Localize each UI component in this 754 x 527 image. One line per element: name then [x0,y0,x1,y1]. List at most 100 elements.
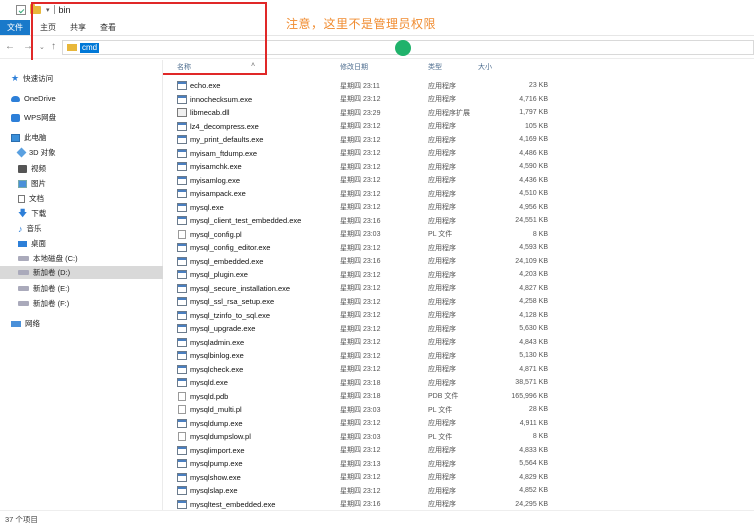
tab-home[interactable]: 主页 [40,22,56,33]
file-row[interactable]: mysql_config.pl 星期四 23:03 PL 文件 8 KB [174,228,554,242]
file-size: 4,486 KB [519,149,548,157]
file-row[interactable]: myisam_ftdump.exe 星期四 23:12 应用程序 4,486 KB [174,147,554,161]
file-row[interactable]: mysql_embedded.exe 星期四 23:16 应用程序 24,109 KB [174,255,554,269]
file-row[interactable]: myisamchk.exe 星期四 23:12 应用程序 4,590 KB [174,160,554,174]
sidebar-item-network[interactable]: 网络 [0,317,163,330]
file-row[interactable]: libmecab.dll 星期四 23:29 应用程序扩展 1,797 KB [174,106,554,120]
sidebar-item-this-pc[interactable]: 此电脑 [0,131,163,144]
file-row[interactable]: mysql_upgrade.exe 星期四 23:12 应用程序 5,630 KB [174,322,554,336]
file-row[interactable]: mysqlbinlog.exe 星期四 23:12 应用程序 5,130 KB [174,349,554,363]
file-row[interactable]: echo.exe 星期四 23:11 应用程序 23 KB [174,79,554,93]
file-row[interactable]: mysqlshow.exe 星期四 23:12 应用程序 4,829 KB [174,471,554,485]
sidebar-item-videos[interactable]: 视频 [0,162,163,175]
file-row[interactable]: mysql_config_editor.exe 星期四 23:12 应用程序 4,59… [174,241,554,255]
file-name: mysqlbinlog.exe [190,351,244,361]
application-file-icon [177,486,187,496]
sidebar-item-drive-f[interactable]: 新加卷 (F:) [0,297,163,310]
file-row[interactable]: innochecksum.exe 星期四 23:12 应用程序 4,716 KB [174,93,554,107]
sidebar-item-wps-cloud[interactable]: WPS网盘 [0,111,163,124]
file-row[interactable]: mysql_secure_installation.exe 星期四 23:12 应用… [174,282,554,296]
chevron-down-icon[interactable]: ▾ [46,6,50,14]
wps-cloud-icon [11,113,20,122]
file-size: 4,203 KB [519,271,548,279]
file-row[interactable]: myisamlog.exe 星期四 23:12 应用程序 4,436 KB [174,174,554,188]
tab-view[interactable]: 查看 [100,22,116,33]
file-row[interactable]: mysqlpump.exe 星期四 23:13 应用程序 5,564 KB [174,457,554,471]
file-type: 应用程序 [428,244,456,252]
column-header-date[interactable]: 修改日期 [340,62,368,75]
column-header-type[interactable]: 类型 [428,62,442,75]
file-date: 星期四 23:12 [340,163,381,171]
recent-locations-chevron-icon[interactable]: ⌄ [39,43,45,51]
sidebar-item-music[interactable]: ♪ 音乐 [0,222,163,235]
folder-icon[interactable] [30,3,41,14]
file-date: 星期四 23:12 [340,420,381,428]
file-type: PDB 文件 [428,393,459,401]
file-date: 星期四 23:12 [340,366,381,374]
column-header-name[interactable]: 名称 [177,62,191,75]
file-name: mysql_client_test_embedded.exe [190,216,302,226]
sidebar-item-drive-c[interactable]: 本地磁盘 (C:) [0,252,163,265]
file-row[interactable]: mysqladmin.exe 星期四 23:12 应用程序 4,843 KB [174,336,554,350]
file-row[interactable]: mysqlcheck.exe 星期四 23:12 应用程序 4,871 KB [174,363,554,377]
file-row[interactable]: mysqld_multi.pl 星期四 23:03 PL 文件 28 KB [174,403,554,417]
sidebar-item-label: 桌面 [31,239,46,248]
forward-arrow-icon[interactable]: → [23,41,33,52]
file-type: 应用程序 [428,366,456,374]
file-row[interactable]: mysql_plugin.exe 星期四 23:12 应用程序 4,203 KB [174,268,554,282]
computer-icon [11,133,20,142]
file-size: 4,833 KB [519,446,548,454]
ribbon-collapse-icon[interactable]: ˄ [251,62,255,69]
file-row[interactable]: myisampack.exe 星期四 23:12 应用程序 4,510 KB [174,187,554,201]
folder-icon [67,44,77,51]
tab-share[interactable]: 共享 [70,22,86,33]
file-row[interactable]: mysql.exe 星期四 23:12 应用程序 4,956 KB [174,201,554,215]
file-row[interactable]: mysqltest_embedded.exe 星期四 23:16 应用程序 24,29… [174,498,554,512]
file-name: mysqld.pdb [190,391,229,401]
sidebar-item-quick-access[interactable]: ★ 快速访问 [0,72,163,85]
sidebar-item-label: 此电脑 [24,133,47,142]
file-row[interactable]: mysqldumpslow.pl 星期四 23:03 PL 文件 8 KB [174,430,554,444]
application-file-icon [177,81,187,91]
file-size: 4,128 KB [519,311,548,319]
application-file-icon [177,94,187,104]
sidebar-item-documents[interactable]: 文档 [0,192,163,205]
file-type: 应用程序 [428,163,456,171]
file-date: 星期四 23:12 [340,204,381,212]
application-file-icon [177,445,187,455]
file-name: mysql_secure_installation.exe [190,283,291,293]
generic-file-icon [178,391,186,401]
file-row[interactable]: lz4_decompress.exe 星期四 23:12 应用程序 105 KB [174,120,554,134]
file-row[interactable]: mysqlimport.exe 星期四 23:12 应用程序 4,833 KB [174,444,554,458]
file-size: 8 KB [532,230,548,238]
file-date: 星期四 23:03 [340,433,381,441]
sidebar-item-pictures[interactable]: 图片 [0,177,163,190]
file-row[interactable]: mysql_client_test_embedded.exe 星期四 23:16 应… [174,214,554,228]
file-row[interactable]: mysqlslap.exe 星期四 23:12 应用程序 4,852 KB [174,484,554,498]
file-name: innochecksum.exe [190,94,253,104]
back-arrow-icon[interactable]: ← [5,41,15,52]
sidebar-item-3d-objects[interactable]: 3D 对象 [0,146,163,159]
file-name: mysql_ssl_rsa_setup.exe [190,297,275,307]
application-file-icon [177,270,187,280]
tab-file[interactable]: 文件 [0,19,30,35]
sidebar-item-downloads[interactable]: 🡇 下载 [0,207,163,220]
file-row[interactable]: mysqld.pdb 星期四 23:18 PDB 文件 165,996 KB [174,390,554,404]
sidebar-item-drive-e[interactable]: 新加卷 (E:) [0,282,163,295]
up-arrow-icon[interactable]: ↑ [51,41,56,52]
sidebar-item-drive-d[interactable]: 新加卷 (D:) [0,266,163,279]
sidebar-item-desktop[interactable]: 桌面 [0,237,163,250]
file-row[interactable]: mysql_ssl_rsa_setup.exe 星期四 23:12 应用程序 4,25… [174,295,554,309]
file-size: 4,827 KB [519,284,548,292]
sidebar-item-label: OneDrive [24,94,56,103]
file-row[interactable]: mysql_tzinfo_to_sql.exe 星期四 23:12 应用程序 4,12… [174,309,554,323]
file-row[interactable]: mysqldump.exe 星期四 23:12 应用程序 4,911 KB [174,417,554,431]
file-size: 38,571 KB [515,379,548,387]
address-input[interactable]: cmd [80,42,100,53]
file-row[interactable]: my_print_defaults.exe 星期四 23:12 应用程序 4,169 … [174,133,554,147]
file-row[interactable]: mysqld.exe 星期四 23:18 应用程序 38,571 KB [174,376,554,390]
column-header-size[interactable]: 大小 [478,62,492,75]
sidebar-item-onedrive[interactable]: OneDrive [0,92,163,105]
file-date: 星期四 23:29 [340,109,381,117]
properties-check-icon[interactable] [16,4,26,15]
